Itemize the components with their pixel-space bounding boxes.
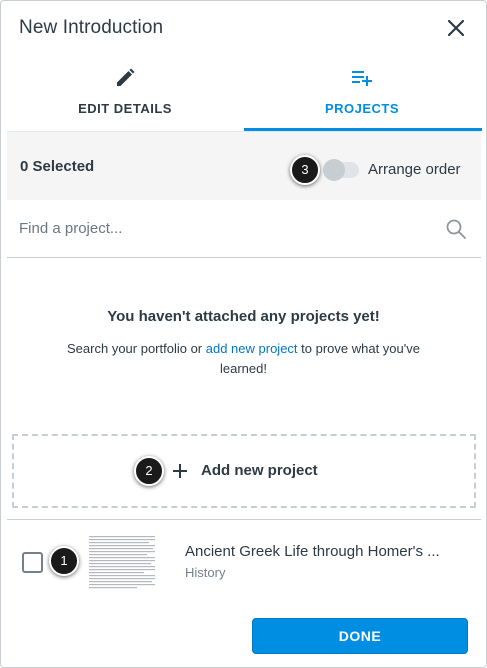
- empty-state-title: You haven't attached any projects yet!: [107, 308, 380, 325]
- done-button[interactable]: DONE: [252, 618, 468, 654]
- empty-state-text-before: Search your portfolio or: [67, 341, 206, 356]
- arrange-order-label: Arrange order: [368, 161, 461, 178]
- search-input[interactable]: [7, 200, 437, 257]
- arrange-order-toggle[interactable]: [323, 159, 359, 181]
- dialog-header: New Introduction: [1, 1, 486, 59]
- pencil-icon: [117, 68, 135, 86]
- project-subject: History: [185, 565, 226, 580]
- tab-projects-label: PROJECTS: [324, 101, 400, 116]
- close-button[interactable]: [443, 15, 469, 41]
- callout-3: 3: [290, 155, 320, 185]
- project-title: Ancient Greek Life through Homer's ...: [185, 543, 440, 560]
- tab-edit-details-label: EDIT DETAILS: [78, 101, 172, 116]
- dialog: New Introduction EDIT DETAILS PROJECTS 0…: [0, 0, 487, 668]
- callout-2: 2: [134, 456, 164, 486]
- tab-projects[interactable]: PROJECTS: [244, 59, 480, 131]
- add-new-project-label: Add new project: [201, 462, 318, 479]
- dialog-footer: DONE: [1, 604, 486, 667]
- tab-edit-details[interactable]: EDIT DETAILS: [7, 59, 243, 131]
- toggle-knob: [323, 159, 345, 181]
- search-icon[interactable]: [445, 218, 467, 240]
- selected-count: 0 Selected: [20, 158, 95, 175]
- tab-bar: EDIT DETAILS PROJECTS: [1, 59, 486, 131]
- add-new-project-link[interactable]: add new project: [206, 341, 298, 356]
- plus-icon: [173, 464, 187, 478]
- dialog-title: New Introduction: [19, 17, 164, 38]
- project-search: [7, 200, 481, 258]
- callout-1: 1: [49, 546, 79, 576]
- empty-state-description: Search your portfolio or add new project…: [51, 339, 436, 379]
- project-checkbox[interactable]: [22, 552, 43, 573]
- add-new-project-button[interactable]: Add new project: [12, 434, 476, 508]
- close-icon: [447, 19, 465, 37]
- selection-bar: 0 Selected Arrange order: [7, 131, 481, 200]
- playlist-add-icon: [352, 71, 372, 86]
- project-thumbnail: [87, 534, 157, 590]
